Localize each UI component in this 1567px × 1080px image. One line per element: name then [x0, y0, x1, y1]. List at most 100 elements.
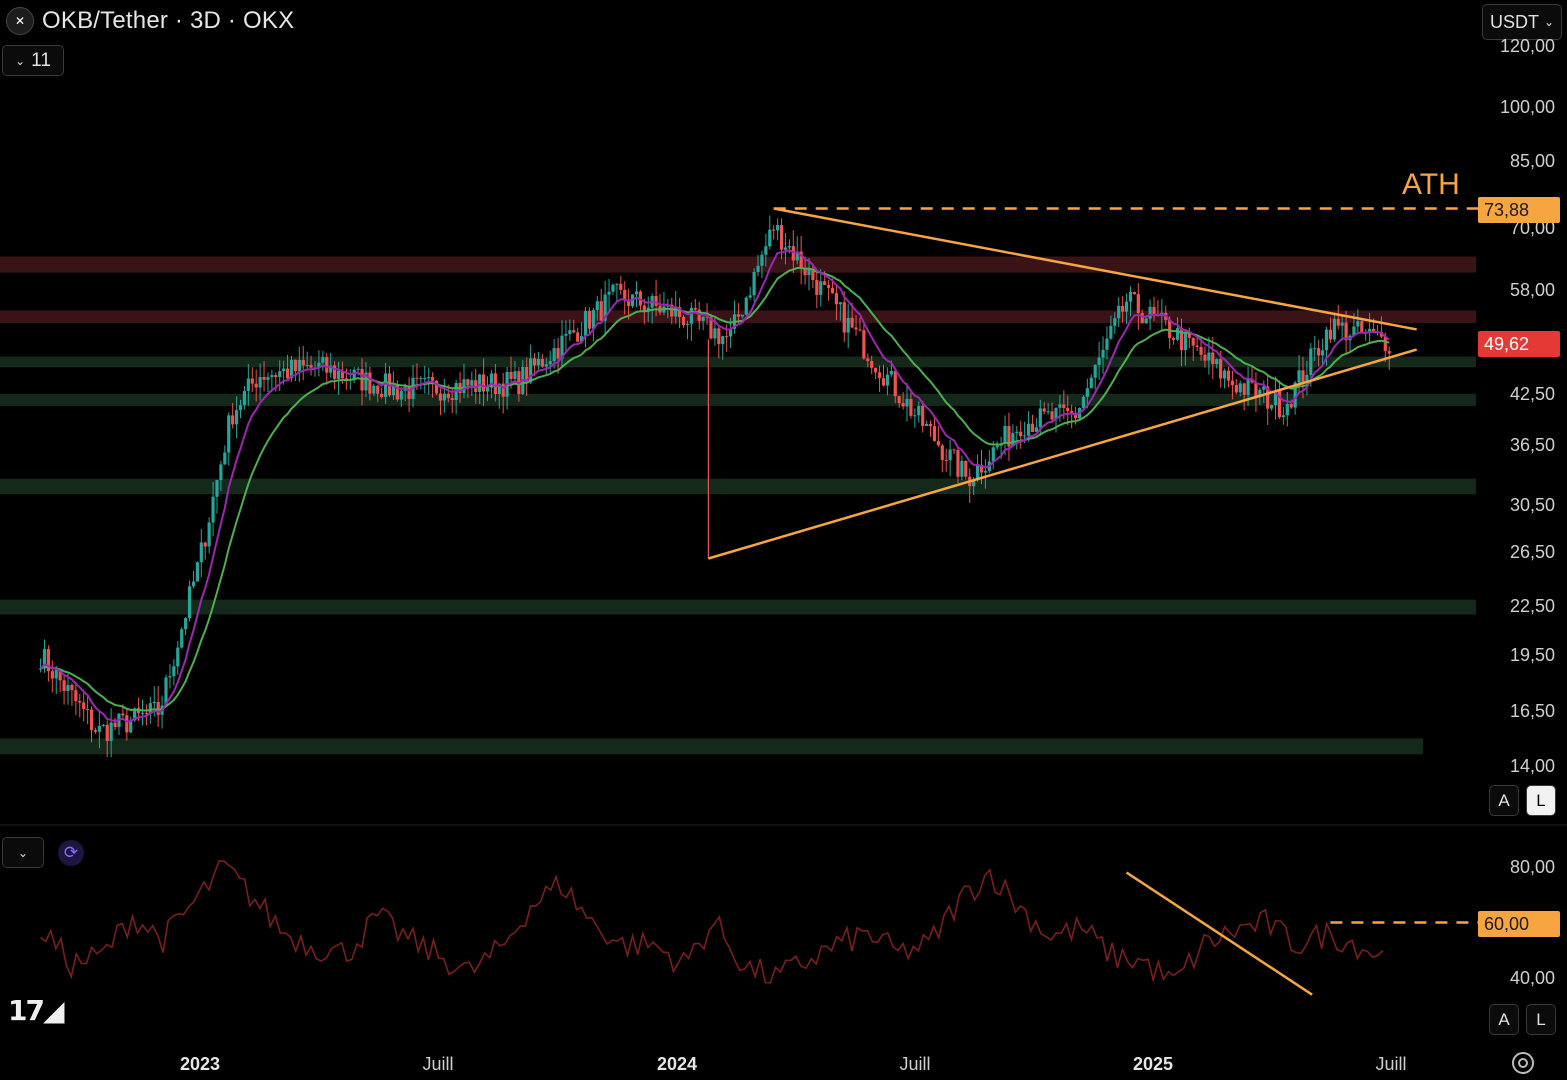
candle-body — [1297, 370, 1301, 383]
candle-body — [262, 377, 266, 380]
candle-body — [595, 301, 599, 311]
candle-body — [156, 701, 160, 715]
candle-body — [113, 722, 117, 727]
candle-body — [1215, 359, 1219, 364]
candle-body — [1003, 426, 1007, 444]
candle-body — [932, 426, 937, 442]
candle-body — [681, 316, 686, 325]
auto-scale-button[interactable]: A — [1489, 785, 1519, 816]
candle-body — [152, 701, 156, 704]
candle-body — [532, 358, 537, 366]
candle-body — [105, 724, 109, 741]
price-chart[interactable] — [0, 0, 1567, 1080]
candle-body — [862, 330, 866, 359]
candle-body — [685, 323, 690, 325]
candle-body — [776, 225, 780, 231]
candle-body — [1144, 318, 1148, 324]
candle-body — [752, 271, 756, 296]
log-scale-button[interactable]: L — [1526, 785, 1556, 816]
candle-body — [195, 562, 199, 582]
candle-body — [1026, 423, 1031, 436]
candle-body — [740, 314, 744, 317]
candle-body — [975, 464, 980, 480]
candle-body — [744, 297, 748, 315]
candle-body — [1320, 350, 1325, 356]
candle-body — [556, 348, 560, 359]
candle-body — [427, 377, 431, 379]
candle-body — [234, 410, 239, 425]
candle-body — [783, 247, 788, 250]
candle-body — [1207, 352, 1211, 361]
price-tick-100: 100,00 — [1499, 97, 1555, 117]
candle-body — [215, 480, 219, 497]
rsi-collapse-button[interactable]: ⌄ — [2, 837, 44, 868]
rsi-log-scale-button[interactable]: L — [1526, 1004, 1556, 1035]
candle-body — [536, 358, 541, 366]
candle-body — [478, 374, 482, 392]
candle-body — [1203, 354, 1207, 361]
candle-body — [1046, 411, 1050, 413]
ath-price-tag: 73,88 — [1478, 197, 1560, 223]
candle-body — [1356, 321, 1360, 327]
candle-body — [713, 328, 717, 339]
candle-body — [1324, 329, 1329, 351]
candle-body — [889, 370, 893, 375]
candle-body — [321, 357, 325, 363]
zone-resistance-0 — [0, 256, 1476, 273]
candle-body — [101, 724, 105, 726]
refresh-icon[interactable]: ⟳ — [58, 840, 84, 866]
candle-body — [301, 359, 305, 366]
candle-body — [1058, 404, 1062, 408]
candle-body — [858, 329, 862, 331]
candle-body — [1360, 321, 1364, 333]
price-tick-16-5: 16,50 — [1509, 701, 1555, 721]
candle-body — [952, 449, 956, 451]
price-tick-14: 14,00 — [1509, 756, 1555, 776]
candle-body — [1289, 404, 1293, 408]
candle-body — [764, 246, 768, 255]
candle-body — [1309, 348, 1313, 375]
candle-body — [768, 229, 772, 247]
candle-body — [376, 385, 380, 394]
candle-body — [721, 336, 725, 345]
candle-body — [619, 283, 623, 290]
candle-body — [599, 301, 603, 321]
candle-body — [921, 405, 925, 426]
price-tick-36-5: 36,50 — [1509, 435, 1555, 455]
candle-body — [399, 390, 403, 400]
current-price-tag: 49,62 — [1478, 331, 1560, 357]
candle-body — [1132, 291, 1136, 295]
candle-body — [885, 374, 890, 386]
candle-body — [1019, 431, 1023, 437]
candle-body — [736, 314, 741, 317]
candle-body — [654, 295, 658, 306]
candle-body — [576, 332, 580, 342]
candle-body — [1387, 351, 1391, 354]
settings-gear-icon[interactable] — [1512, 1052, 1534, 1074]
candle-body — [74, 690, 78, 702]
candle-body — [1211, 352, 1215, 364]
candle-body — [356, 368, 360, 370]
candle-body — [438, 393, 443, 401]
price-tick-42-5: 42,50 — [1509, 384, 1555, 404]
candle-body — [1062, 404, 1066, 408]
candle-body — [870, 361, 874, 368]
tradingview-logo-icon: 17◢ — [8, 994, 64, 1027]
candle-body — [1152, 306, 1156, 315]
candle-body — [368, 372, 372, 394]
candle-body — [815, 280, 819, 295]
rsi-level-tag: 60,00 — [1478, 911, 1560, 937]
candle-body — [309, 365, 313, 368]
candle-body — [383, 373, 388, 397]
candle-body — [983, 470, 988, 473]
candle-body — [1015, 431, 1019, 434]
candle-body — [940, 445, 944, 460]
candle-body — [572, 330, 576, 333]
candle-body — [948, 449, 952, 461]
rsi-auto-scale-button[interactable]: A — [1489, 1004, 1519, 1035]
candle-body — [587, 310, 592, 329]
candle-body — [172, 666, 176, 677]
candle-body — [250, 378, 254, 384]
candle-body — [529, 358, 533, 383]
candle-body — [266, 377, 270, 380]
